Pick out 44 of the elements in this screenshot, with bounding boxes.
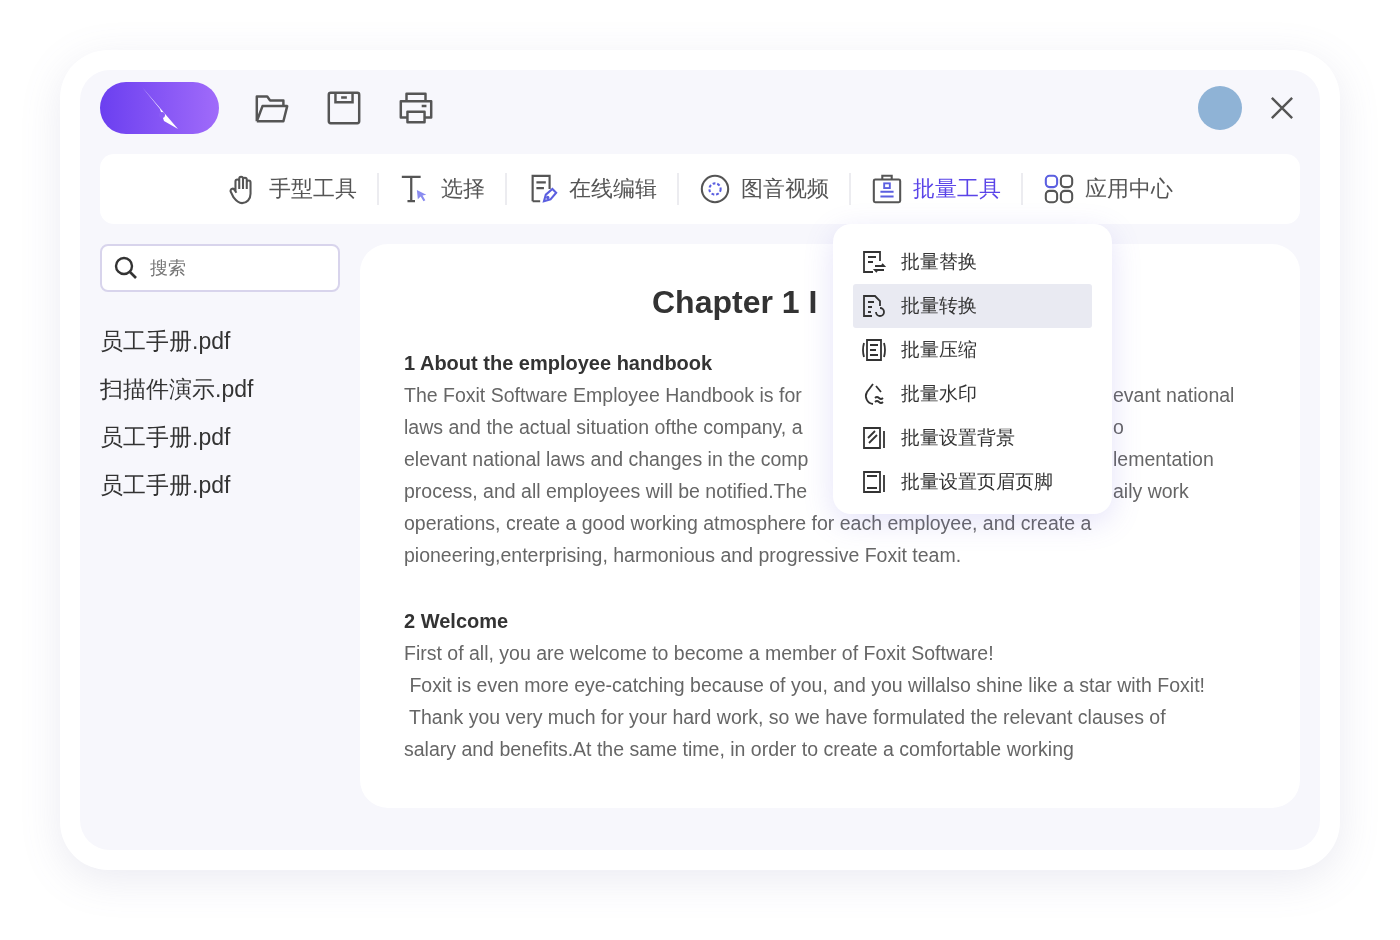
paragraph-text: Foxit is even more eye-catching because of you, and you willalso shine like a star with Foxit! bbox=[408, 673, 1205, 698]
paragraph-text: laws and the actual situation ofthe company, a bbox=[404, 415, 803, 440]
menu-item[interactable]: 批量设置背景 bbox=[853, 416, 1092, 460]
toolbar-tab[interactable]: 手型工具 bbox=[219, 173, 365, 205]
paragraph-text: elevant national laws and changes in the comp bbox=[404, 447, 809, 472]
toolbar-tab[interactable]: 在线编辑 bbox=[519, 173, 665, 205]
save-icon[interactable] bbox=[325, 89, 363, 127]
file-item[interactable]: 员工手册.pdf bbox=[100, 470, 340, 502]
paragraph-text: o bbox=[1113, 415, 1124, 440]
file-item[interactable]: 员工手册.pdf bbox=[100, 326, 340, 358]
clipboard-icon bbox=[871, 173, 903, 205]
paragraph-text: salary and benefits.At the same time, in order to create a comfortable working bbox=[404, 737, 1074, 762]
menu-item[interactable]: 批量设置页眉页脚 bbox=[853, 460, 1092, 504]
menu-item[interactable]: 批量压缩 bbox=[853, 328, 1092, 372]
menu-item[interactable]: 批量转换 bbox=[853, 284, 1092, 328]
paragraph-text: aily work bbox=[1113, 479, 1189, 504]
page-frame-icon bbox=[861, 469, 887, 495]
toolbar-tab[interactable]: 选择 bbox=[391, 173, 493, 205]
close-icon[interactable] bbox=[1270, 96, 1294, 120]
toolbar-tab[interactable]: 应用中心 bbox=[1035, 173, 1181, 205]
menu-item[interactable]: 批量替换 bbox=[853, 240, 1092, 284]
file-item[interactable]: 员工手册.pdf bbox=[100, 422, 340, 454]
grid-icon bbox=[1043, 173, 1075, 205]
toolbar-tab[interactable]: 批量工具 bbox=[863, 173, 1009, 205]
document-brackets-icon bbox=[861, 337, 887, 363]
toolbar-tab[interactable]: 图音视频 bbox=[691, 173, 837, 205]
search-field[interactable]: 搜索 bbox=[100, 244, 340, 292]
file-item[interactable]: 扫描件演示.pdf bbox=[100, 374, 340, 406]
paragraph-text: First of all, you are welcome to become a member of Foxit Software! bbox=[404, 641, 994, 666]
paragraph-text: operations, create a good working atmosphere for each employee, and create a bbox=[404, 511, 1092, 536]
paragraph-text: evant national bbox=[1113, 383, 1235, 408]
logo-button[interactable] bbox=[100, 82, 219, 134]
section-heading: 2 Welcome bbox=[404, 609, 509, 634]
paragraph-text: pioneering,enterprising, harmonious and progressive Foxit team. bbox=[404, 543, 962, 568]
menu-item[interactable]: 批量水印 bbox=[853, 372, 1092, 416]
paragraph-text: process, and all employees will be notified.The bbox=[404, 479, 808, 504]
section-heading: 1 About the employee handbook bbox=[404, 351, 713, 376]
paragraph-text: lementation bbox=[1113, 447, 1214, 472]
paragraph-text: The Foxit Software Employee Handbook is for bbox=[404, 383, 802, 408]
paragraph-text: Thank you very much for your hard work, so we have formulated the relevant clauses of bbox=[408, 705, 1166, 730]
document-cycle-icon bbox=[861, 293, 887, 319]
document-title: Chapter 1 I bbox=[652, 284, 818, 321]
document-arrows-icon bbox=[861, 249, 887, 275]
gear-circle-icon bbox=[699, 173, 731, 205]
